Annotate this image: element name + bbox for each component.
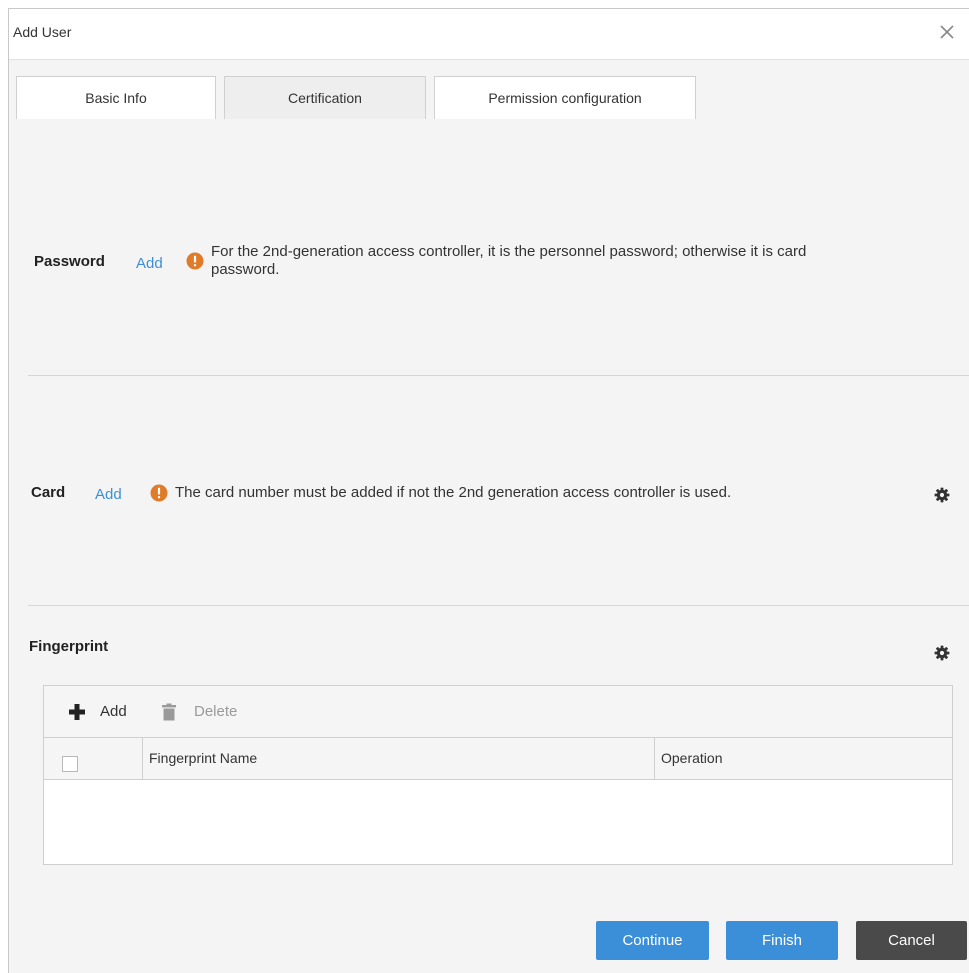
tab-certification[interactable]: Certification [224, 76, 426, 119]
gear-icon[interactable] [934, 487, 950, 503]
select-all-checkbox[interactable] [62, 756, 78, 772]
password-add-link[interactable]: Add [136, 255, 163, 272]
cancel-button[interactable]: Cancel [856, 921, 967, 960]
warning-icon [186, 252, 204, 270]
password-hint: For the 2nd-generation access controller… [211, 243, 806, 279]
delete-fingerprint-button[interactable]: Delete [160, 702, 250, 722]
fingerprint-panel: Add Delete Fingerprint Name Operation [43, 685, 953, 865]
password-hint-line2: password. [211, 261, 280, 278]
column-operation: Operation [661, 750, 723, 766]
card-hint: The card number must be added if not the… [175, 484, 732, 501]
add-user-dialog: Add User Basic Info Certification Permis… [8, 8, 969, 973]
tab-basic-info[interactable]: Basic Info [16, 76, 216, 119]
add-fingerprint-label: Add [100, 703, 127, 720]
column-fingerprint-name: Fingerprint Name [143, 738, 655, 779]
header-check-cell [44, 738, 143, 779]
password-section-title: Password [34, 253, 105, 270]
fingerprint-toolbar: Add Delete [44, 686, 952, 737]
finish-button[interactable]: Finish [726, 921, 838, 960]
gear-icon[interactable] [934, 645, 950, 661]
table-header: Fingerprint Name Operation [44, 737, 952, 780]
trash-icon [160, 703, 178, 725]
delete-fingerprint-label: Delete [194, 703, 238, 720]
add-fingerprint-button[interactable]: Add [68, 702, 138, 722]
password-hint-line1: For the 2nd-generation access controller… [211, 243, 807, 260]
card-section-title: Card [31, 484, 66, 501]
close-icon[interactable] [937, 22, 957, 42]
card-add-link[interactable]: Add [95, 486, 122, 503]
section-divider [28, 605, 969, 606]
fingerprint-section-title: Fingerprint [29, 638, 109, 655]
plus-icon [68, 703, 86, 725]
section-divider [28, 375, 969, 376]
table-body [44, 780, 952, 864]
continue-button[interactable]: Continue [596, 921, 709, 960]
tab-permission-configuration[interactable]: Permission configuration [434, 76, 696, 119]
dialog-title: Add User [13, 24, 72, 40]
warning-icon [150, 484, 168, 502]
dialog-titlebar: Add User [9, 9, 969, 60]
